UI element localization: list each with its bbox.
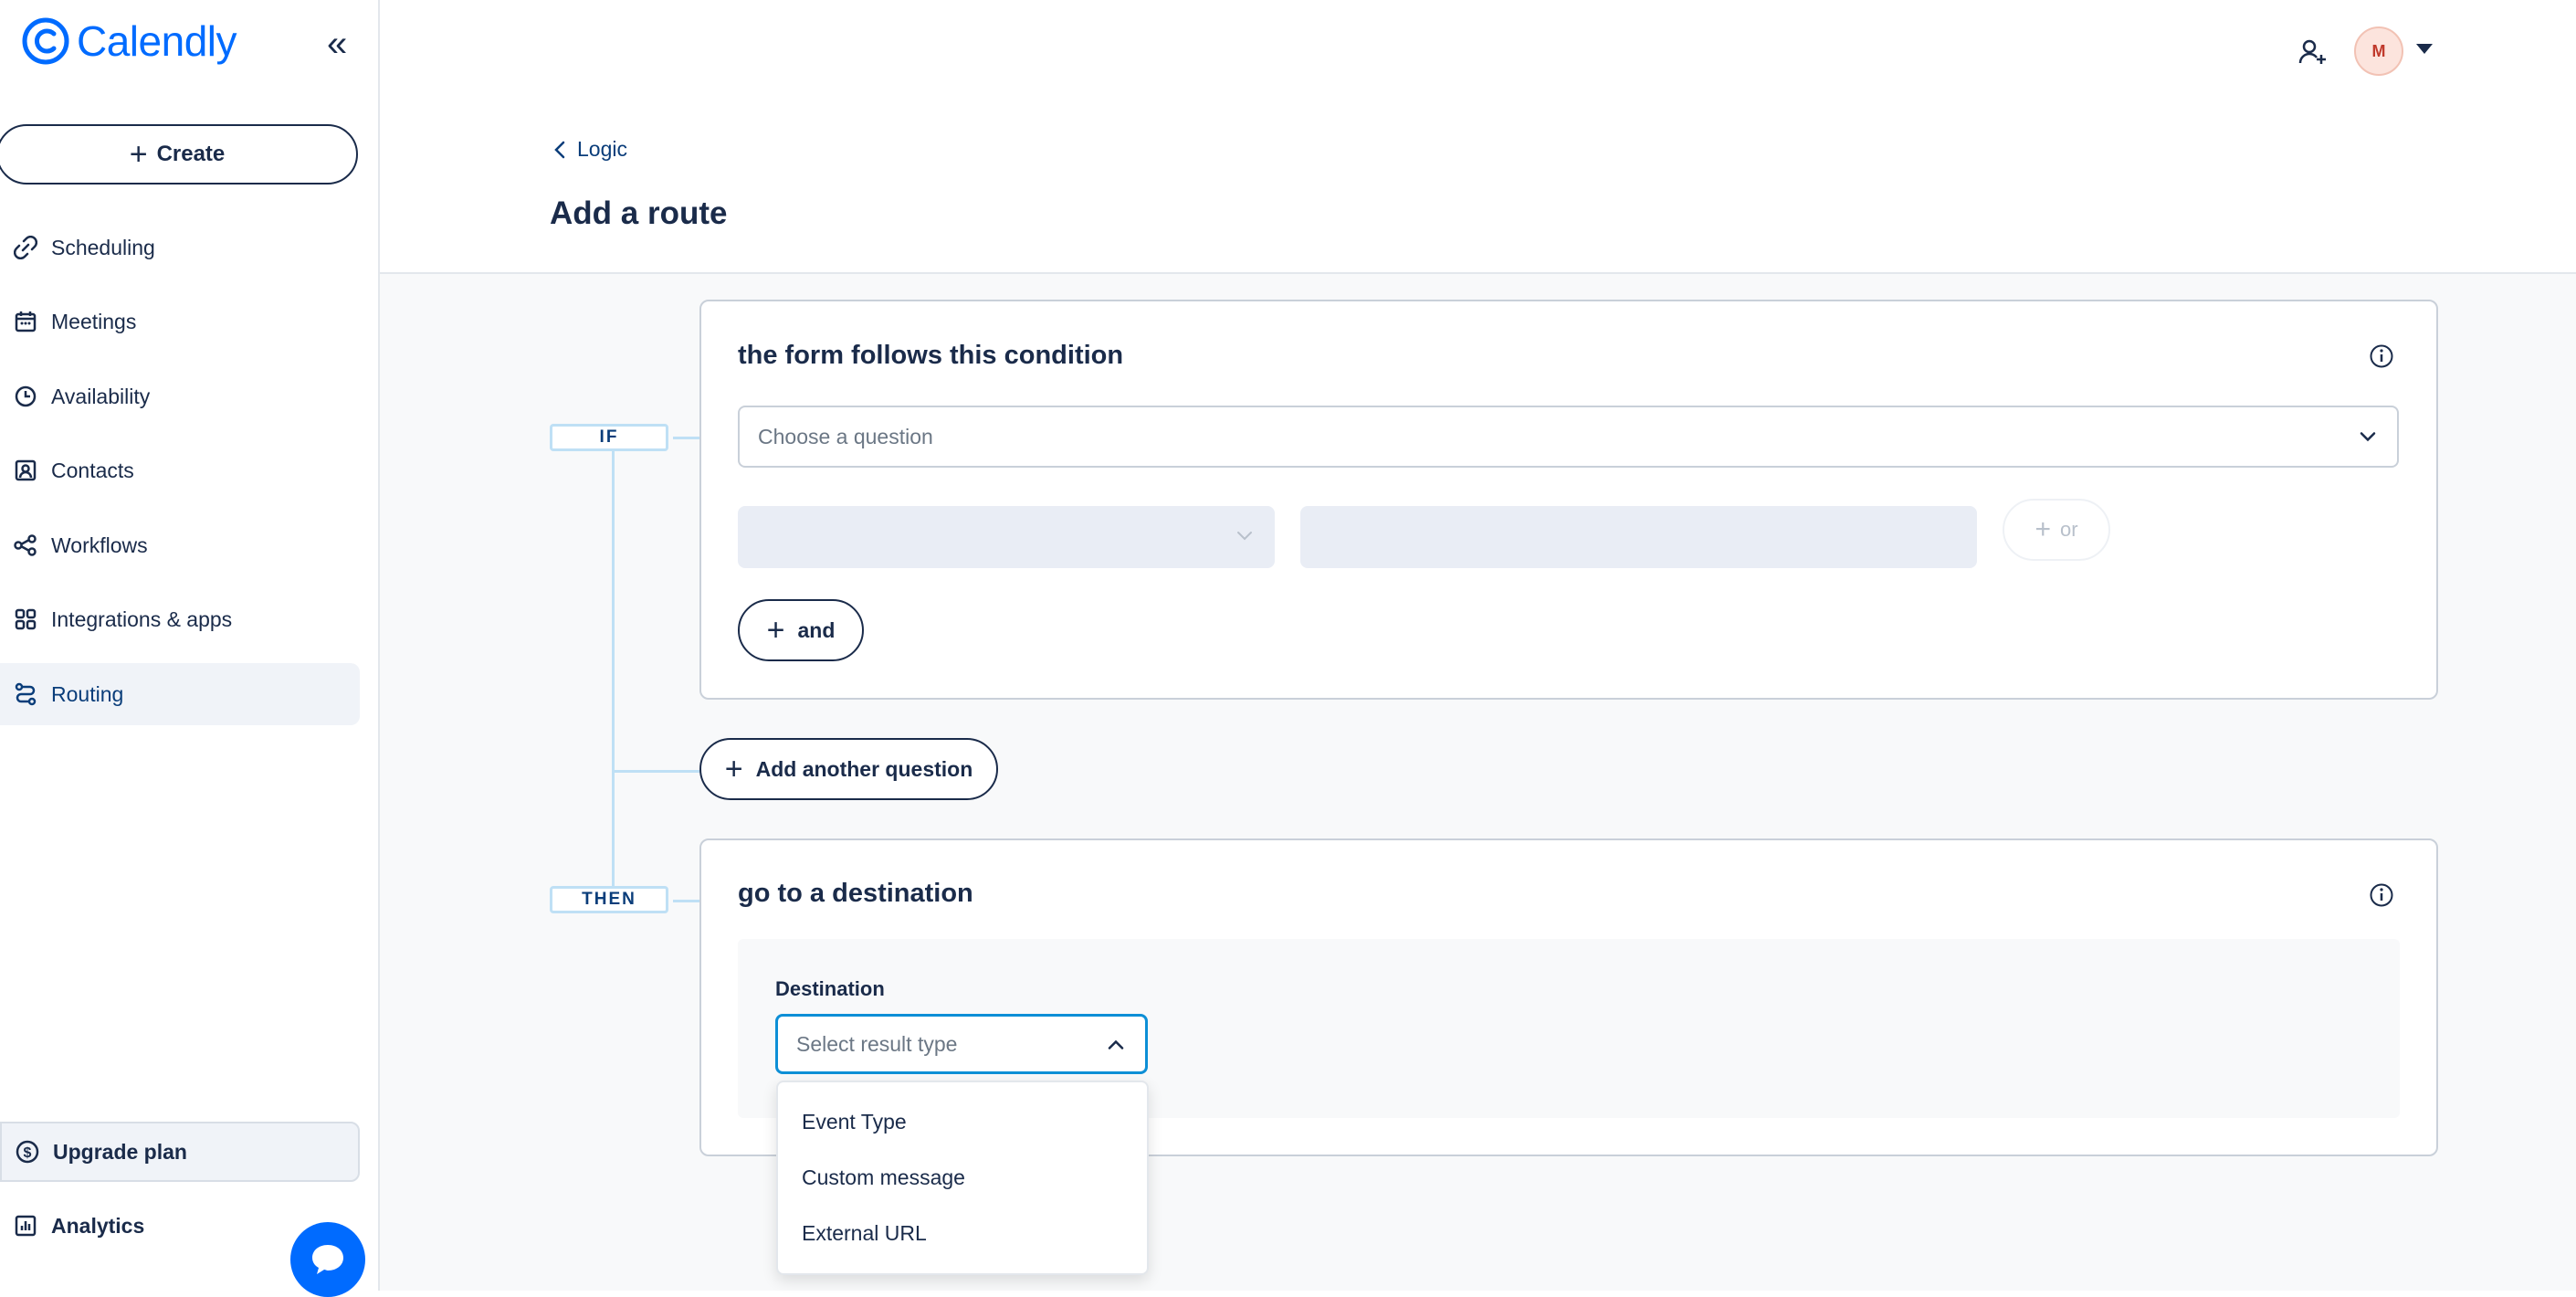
destination-title: go to a destination (738, 879, 973, 908)
option-external-url[interactable]: External URL (802, 1221, 927, 1246)
info-icon[interactable] (2369, 882, 2394, 912)
back-link-label: Logic (577, 137, 627, 161)
if-connector (673, 437, 700, 439)
plus-icon: + (766, 613, 785, 648)
add-question-label: Add another question (755, 756, 973, 781)
sidebar-item-label: Workflows (51, 533, 148, 557)
plus-icon: + (129, 137, 148, 172)
chat-icon (312, 1245, 343, 1274)
and-label: and (797, 617, 836, 642)
sidebar-item-meetings[interactable]: Meetings (0, 290, 360, 353)
create-button[interactable]: + Create (0, 124, 358, 185)
workflow-icon (13, 533, 38, 558)
or-button[interactable]: + or (2003, 499, 2110, 561)
caret-down-icon[interactable] (2416, 44, 2433, 54)
value-input-disabled (1300, 506, 1977, 568)
sidebar: Calendly « + Create Scheduling Meetings … (0, 0, 380, 1297)
avatar[interactable]: M (2354, 26, 2403, 76)
analytics-icon (13, 1213, 38, 1239)
sidebar-item-contacts[interactable]: Contacts (0, 439, 360, 501)
question-select[interactable]: Choose a question (738, 406, 2399, 468)
collapse-sidebar-icon[interactable]: « (327, 26, 347, 62)
chevron-down-icon (1237, 532, 1252, 541)
sidebar-item-workflows[interactable]: Workflows (0, 514, 360, 576)
if-tag: IF (550, 424, 668, 451)
sidebar-item-label: Meetings (51, 309, 137, 333)
chat-support-button[interactable] (290, 1222, 365, 1297)
result-type-select[interactable]: Select result type (775, 1014, 1148, 1074)
option-event-type[interactable]: Event Type (802, 1110, 907, 1134)
grid-icon (13, 606, 38, 632)
sidebar-item-label: Routing (51, 681, 124, 706)
svg-text:$: $ (24, 1145, 32, 1161)
chevron-down-icon (2359, 425, 2377, 449)
back-link[interactable]: Logic (553, 137, 627, 162)
upgrade-label: Upgrade plan (53, 1139, 187, 1164)
destination-label: Destination (775, 977, 885, 1000)
sidebar-item-scheduling[interactable]: Scheduling (0, 216, 360, 279)
question-select-placeholder: Choose a question (758, 424, 933, 448)
sidebar-item-integrations[interactable]: Integrations & apps (0, 588, 360, 650)
page-header (380, 0, 2576, 274)
sidebar-item-label: Integrations & apps (51, 606, 233, 631)
sidebar-item-label: Analytics (51, 1213, 145, 1238)
chevron-up-icon (1107, 1032, 1125, 1057)
create-label: Create (156, 142, 226, 166)
sidebar-item-label: Contacts (51, 458, 134, 482)
then-connector (673, 900, 700, 902)
result-type-placeholder: Select result type (796, 1031, 958, 1056)
calendly-logo[interactable]: Calendly (22, 16, 237, 66)
and-button[interactable]: + and (738, 599, 864, 661)
page-title: Add a route (550, 195, 728, 231)
calendly-logo-icon (22, 17, 69, 65)
contact-icon (13, 458, 38, 483)
or-label: or (2059, 518, 2078, 541)
clock-icon (13, 384, 38, 409)
route-connector-line (612, 451, 615, 899)
sidebar-item-label: Scheduling (51, 235, 155, 259)
operator-select-disabled (738, 506, 1275, 568)
then-tag: THEN (550, 886, 668, 913)
info-icon[interactable] (2369, 343, 2394, 374)
result-type-dropdown: Event Type Custom message External URL (776, 1081, 1149, 1275)
routing-icon (13, 681, 38, 707)
sidebar-item-routing[interactable]: Routing (0, 663, 360, 725)
sidebar-item-availability[interactable]: Availability (0, 365, 360, 427)
add-another-question-button[interactable]: + Add another question (699, 738, 998, 800)
upgrade-plan-button[interactable]: $ Upgrade plan (0, 1122, 360, 1182)
chevron-left-icon (554, 141, 565, 158)
sidebar-item-label: Availability (51, 384, 151, 408)
option-custom-message[interactable]: Custom message (802, 1165, 965, 1190)
brand-name: Calendly (77, 17, 237, 65)
add-user-icon[interactable] (2297, 37, 2329, 72)
link-icon (13, 235, 38, 260)
question-connector (612, 770, 699, 773)
condition-title: the form follows this condition (738, 341, 1124, 370)
dollar-icon: $ (15, 1139, 40, 1165)
plus-icon: + (724, 752, 743, 786)
plus-icon: + (2035, 514, 2051, 544)
calendar-icon (13, 309, 38, 334)
